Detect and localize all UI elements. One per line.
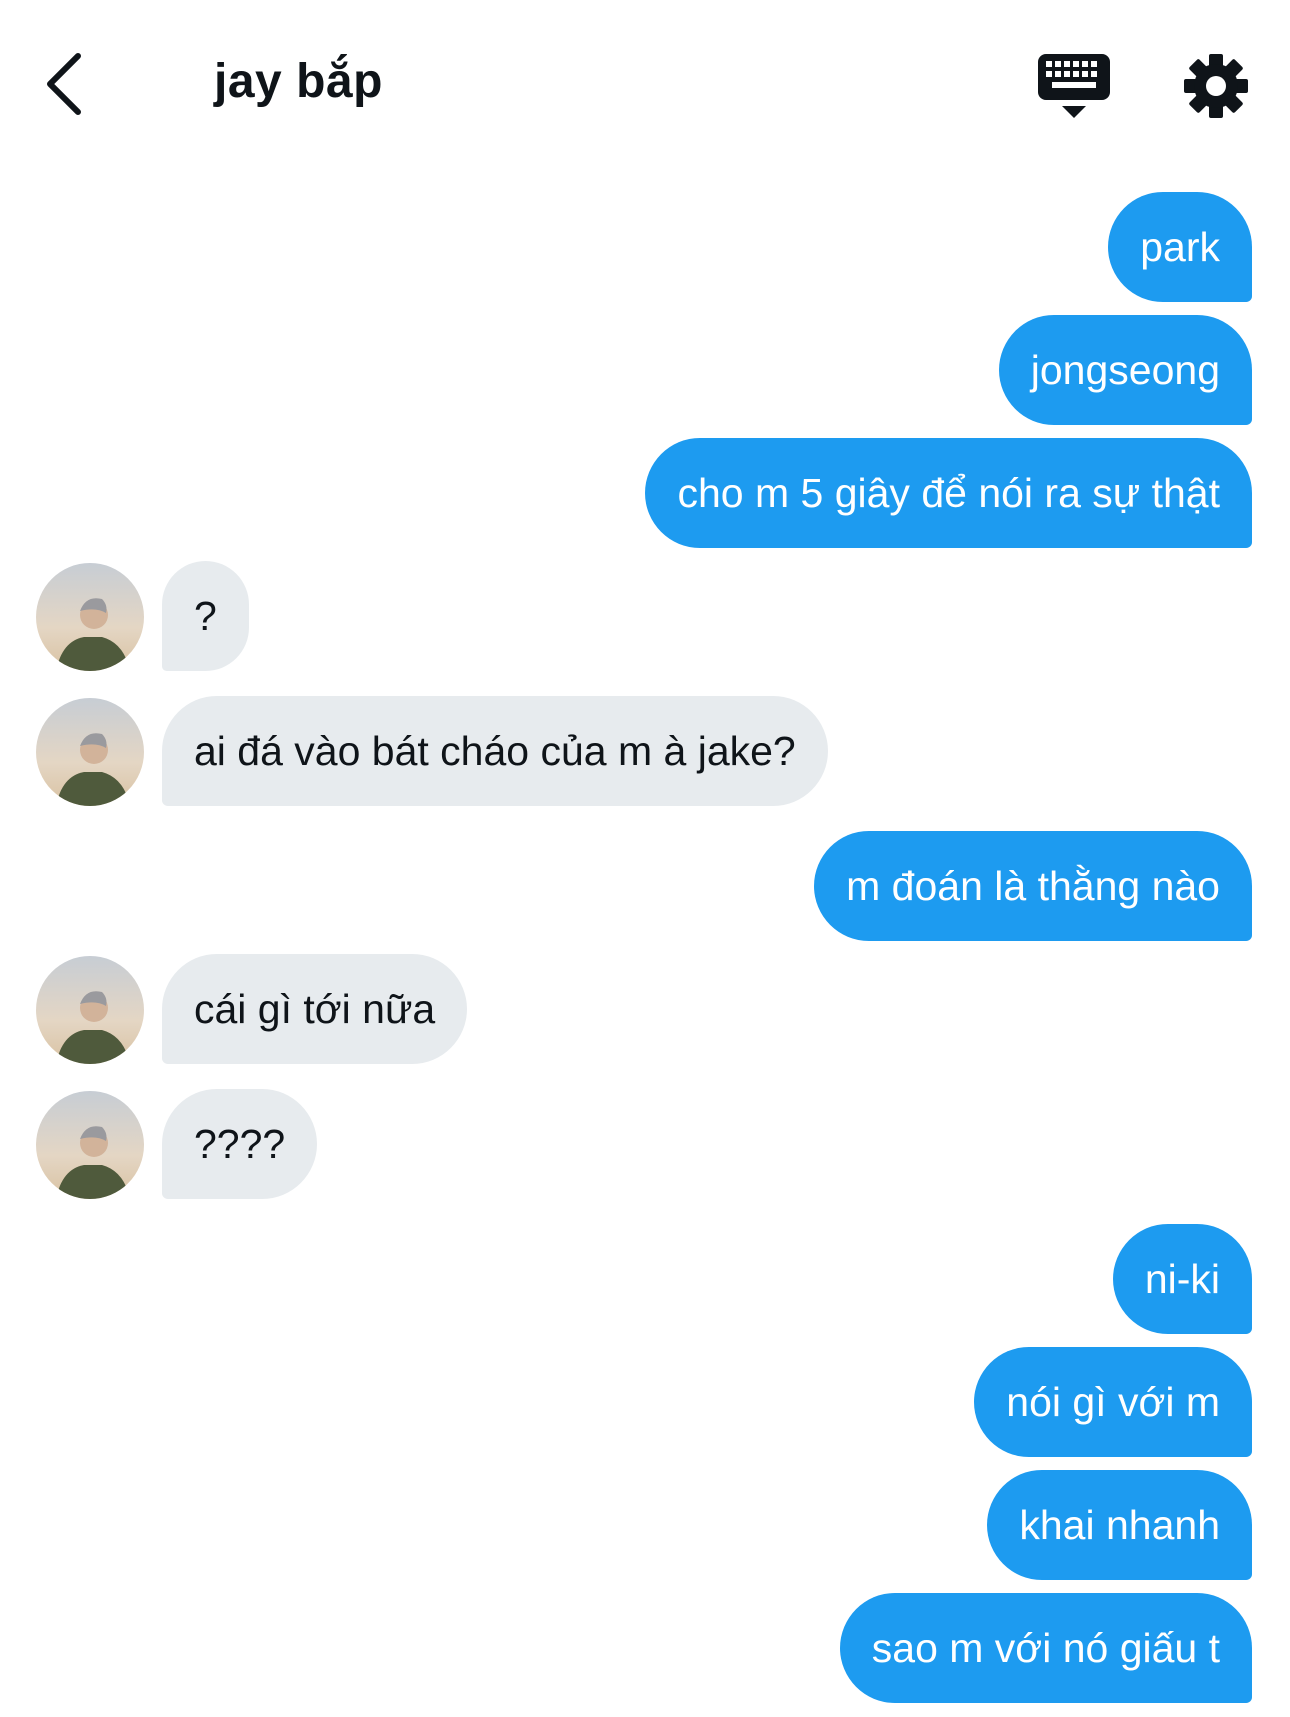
message-bubble-sent[interactable]: park bbox=[1108, 192, 1252, 302]
message-bubble-sent[interactable]: sao m với nó giấu t bbox=[839, 1593, 1252, 1703]
contact-avatar-photo bbox=[36, 698, 144, 806]
contact-avatar-photo bbox=[36, 956, 144, 1064]
message-bubble-sent[interactable]: cho m 5 giây để nói ra sự thật bbox=[645, 438, 1252, 548]
message-bubble-received[interactable]: ? bbox=[162, 561, 249, 671]
avatar[interactable] bbox=[36, 698, 144, 806]
message-bubble-received[interactable]: ???? bbox=[162, 1089, 318, 1199]
contact-avatar-photo bbox=[36, 563, 144, 671]
contact-avatar-photo bbox=[36, 1091, 144, 1199]
message-bubble-sent[interactable]: jongseong bbox=[998, 315, 1252, 425]
keyboard-icon bbox=[1038, 54, 1110, 118]
gear-icon bbox=[1184, 54, 1248, 118]
keyboard-button[interactable] bbox=[1036, 50, 1112, 122]
message-bubble-sent[interactable]: m đoán là thằng nào bbox=[814, 831, 1252, 941]
conversation-title: jay bắp bbox=[214, 55, 383, 108]
message-bubble-sent[interactable]: ni-ki bbox=[1112, 1224, 1252, 1334]
chevron-left-icon bbox=[47, 53, 81, 115]
conversation-header: jay bắp bbox=[0, 0, 1290, 170]
avatar[interactable] bbox=[36, 1091, 144, 1199]
settings-button[interactable] bbox=[1182, 52, 1250, 120]
message-bubble-sent[interactable]: khai nhanh bbox=[987, 1470, 1252, 1580]
back-button[interactable] bbox=[36, 48, 96, 120]
message-bubble-received[interactable]: ai đá vào bát cháo của m à jake? bbox=[162, 696, 828, 806]
avatar[interactable] bbox=[36, 563, 144, 671]
avatar[interactable] bbox=[36, 956, 144, 1064]
message-bubble-sent[interactable]: nói gì với m bbox=[974, 1347, 1252, 1457]
message-bubble-received[interactable]: cái gì tới nữa bbox=[162, 954, 468, 1064]
